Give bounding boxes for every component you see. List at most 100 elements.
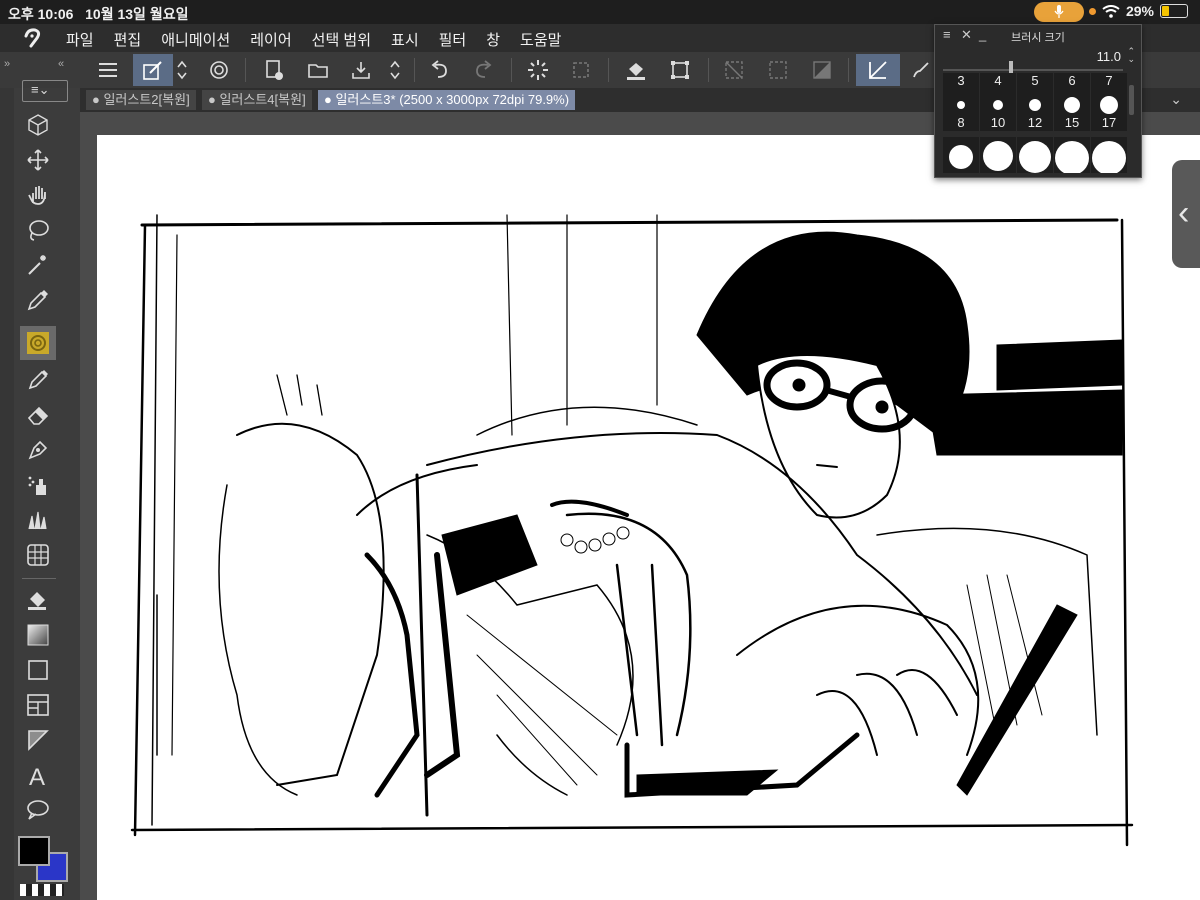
size-cell[interactable] [1017,137,1053,173]
tab-menu-chevron-icon[interactable]: ⌄ [1170,91,1182,108]
transparent-color-swatch[interactable] [20,884,64,896]
side-panel-toggle[interactable]: ‹ [1172,160,1200,268]
hand-icon[interactable] [26,183,50,207]
status-time: 오후 10:06 10월 13일 월요일 [8,4,188,24]
size-cell[interactable] [1091,137,1127,173]
menu-view[interactable]: 표시 [391,29,419,50]
spiral-icon[interactable] [203,54,235,86]
status-right: 29% [1088,3,1188,19]
main-color-swatch-top[interactable] [18,836,50,866]
clear-icon[interactable] [718,54,750,86]
open-folder-icon[interactable] [302,54,334,86]
clip-studio-logo-icon[interactable] [22,27,44,49]
spinner-icon[interactable] [522,54,554,86]
size-cell[interactable]: 10 [980,91,1016,131]
tool-panel-edge [0,52,14,900]
time-text: 오후 10:06 [8,6,74,22]
magic-wand-icon[interactable] [26,253,50,277]
tab-label: 일러스트4[복원] [219,92,306,107]
menu-icon[interactable] [92,54,124,86]
size-label: 12 [1027,115,1043,130]
snap-ruler-icon[interactable] [856,54,900,86]
menu-layer[interactable]: 레이어 [250,29,291,50]
save-icon[interactable] [345,54,377,86]
size-cell[interactable]: 15 [1054,91,1090,131]
menu-file[interactable]: 파일 [66,29,94,50]
size-cell[interactable]: 17 [1091,91,1127,131]
text-icon[interactable]: A [26,763,50,789]
sketch-illustration [130,214,1134,847]
status-bar: 오후 10:06 10월 13일 월요일 29% [0,0,1200,24]
brush-size-value[interactable]: 11.0 [1097,49,1121,64]
airbrush-icon[interactable] [26,473,50,497]
microphone-icon [1054,5,1064,18]
3d-cube-icon[interactable] [26,113,50,137]
pen-nib-icon[interactable] [26,438,50,462]
move-icon[interactable] [26,148,50,172]
menu-filter[interactable]: 필터 [439,29,467,50]
size-label: 10 [990,115,1006,130]
battery-icon [1160,4,1188,18]
size-cell[interactable]: 8 [943,91,979,131]
size-cell[interactable] [980,137,1016,173]
wifi-icon [1102,4,1120,18]
menu-animation[interactable]: 애니메이션 [161,29,230,50]
size-label: 6 [1068,73,1076,88]
size-cell[interactable] [943,137,979,173]
lasso-icon[interactable] [26,218,50,242]
decoration-icon [27,332,49,354]
brush-icon[interactable] [905,54,937,86]
deselect-icon[interactable] [565,54,597,86]
balloon-icon[interactable] [26,798,50,822]
menu-window[interactable]: 창 [486,29,500,50]
palette-title: 브러시 크기 [1011,32,1065,44]
border-icon[interactable] [806,54,838,86]
canvas-area[interactable] [80,112,1200,900]
size-label: 7 [1105,73,1113,88]
gradient-icon[interactable] [26,623,50,647]
privacy-dot-icon [1088,7,1096,15]
menu-edit[interactable]: 편집 [114,29,142,50]
eraser-icon[interactable] [26,403,50,427]
tab-illust3[interactable]: ● 일러스트3* (2500 x 3000px 72dpi 79.9%) [318,90,576,110]
chevron-left-icon: ‹ [1178,194,1190,232]
eyedropper-icon[interactable] [26,288,50,312]
palette-scrollbar[interactable] [1129,85,1134,115]
drawing-paper[interactable] [97,135,1200,900]
size-cell[interactable] [1054,137,1090,173]
fill-icon[interactable] [620,54,652,86]
tool-panel-menu[interactable]: ≡⌄ [22,80,68,102]
size-cell[interactable]: 12 [1017,91,1053,131]
transform-icon[interactable] [664,54,696,86]
collapse-left-icon[interactable]: » [4,58,10,70]
updown-icon[interactable] [385,54,405,86]
size-label: 17 [1101,115,1117,130]
brush-size-palette: ≡ ✕ _ 브러시 크기 11.0 ⌃ ⌄ 3 4 5 6 7 8 10 12 1… [934,24,1142,178]
redo-icon[interactable] [467,54,499,86]
brush-size-slider[interactable] [943,61,1123,79]
brush-edit-icon[interactable] [133,54,173,86]
ruler-icon[interactable] [26,728,50,752]
mesh-icon[interactable] [26,543,50,567]
value-stepper-icon[interactable]: ⌃ ⌄ [1127,47,1135,64]
new-file-icon[interactable] [258,54,290,86]
decoration-tool-active[interactable] [20,326,56,360]
size-label: 4 [994,73,1002,88]
undo-icon[interactable] [424,54,456,86]
menu-selection[interactable]: 선택 범위 [312,29,371,50]
select-icon[interactable] [762,54,794,86]
size-label: 15 [1064,115,1080,130]
date-text: 10월 13일 월요일 [85,6,189,22]
microphone-indicator [1034,2,1084,22]
pen-icon[interactable] [26,368,50,392]
tab-illust4[interactable]: ● 일러스트4[복원] [202,90,312,110]
fill-bucket-icon[interactable] [26,588,50,612]
rectangle-icon[interactable] [26,658,50,682]
tab-illust2[interactable]: ● 일러스트2[복원] [86,90,196,110]
grass-icon[interactable] [26,508,50,532]
frame-icon[interactable] [26,693,50,717]
menu-help[interactable]: 도움말 [520,29,561,50]
collapse-right-icon[interactable]: « [58,58,64,70]
updown-icon[interactable] [172,54,192,86]
tab-label: 일러스트3* (2500 x 3000px 72dpi 79.9%) [335,92,570,107]
